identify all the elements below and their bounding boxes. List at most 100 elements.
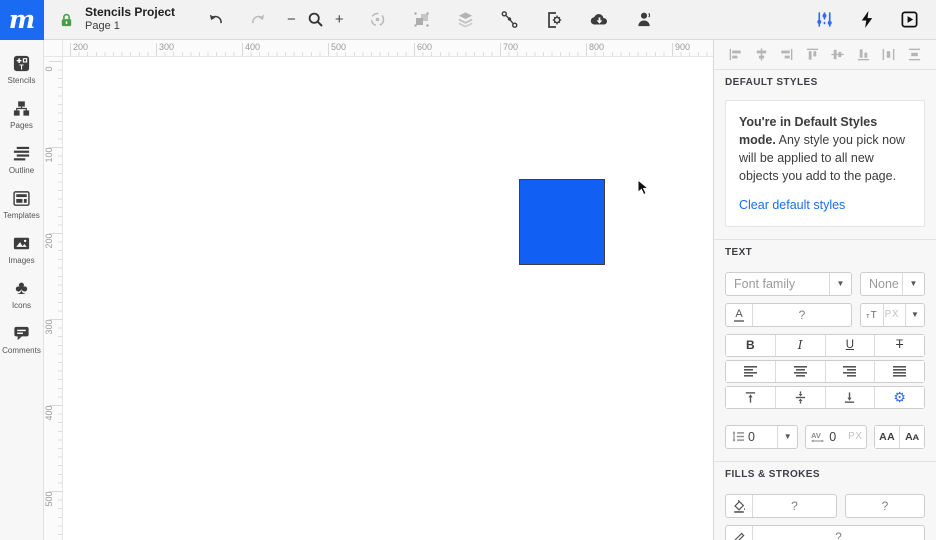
preview-play-icon[interactable]	[898, 8, 921, 31]
font-style-value: None	[869, 276, 899, 291]
images-icon	[13, 237, 30, 250]
uppercase-label: AA	[879, 430, 896, 443]
sidebar-label: Pages	[10, 121, 33, 130]
underline-label: U	[845, 339, 855, 352]
svg-text:T: T	[870, 310, 876, 320]
lightning-icon[interactable]	[857, 8, 877, 31]
fill-opacity-value: ?	[881, 498, 889, 513]
stroke-color-control[interactable]: ?	[725, 524, 925, 540]
fill-color-control[interactable]: ?	[725, 493, 837, 518]
align-top-icon[interactable]	[803, 45, 822, 64]
fill-opacity-control[interactable]: ?	[845, 493, 925, 518]
page-settings-icon[interactable]	[542, 8, 566, 32]
paint-bucket-icon[interactable]	[726, 495, 752, 517]
sidebar-item-icons[interactable]: ♣ Icons	[0, 274, 43, 319]
lock-icon[interactable]	[59, 12, 74, 28]
chevron-down-icon[interactable]: ▼	[902, 272, 924, 295]
font-family-select[interactable]: Font family ▼	[725, 271, 852, 296]
fill-color-value: ?	[791, 498, 798, 513]
vertical-align-middle-button[interactable]	[774, 386, 825, 408]
align-bottom-icon[interactable]	[854, 45, 873, 64]
italic-button[interactable]: I	[774, 334, 825, 356]
align-left-icon[interactable]	[726, 45, 745, 64]
distribute-horizontal-icon[interactable]	[879, 45, 898, 64]
sidebar-item-templates[interactable]: Templates	[0, 184, 43, 229]
cloud-download-icon[interactable]	[587, 8, 612, 31]
group-tool-icon[interactable]	[410, 8, 433, 31]
sidebar-item-pages[interactable]: Pages	[0, 94, 43, 139]
letter-spacing-control[interactable]: AV 0 PX	[805, 424, 868, 449]
sidebar-label: Stencils	[7, 76, 36, 85]
club-icon: ♣	[15, 278, 28, 299]
svg-text:AV: AV	[811, 431, 821, 440]
zoom-tool-icon[interactable]	[305, 9, 326, 30]
chevron-down-icon[interactable]: ▼	[905, 303, 924, 326]
section-fills-strokes: FILLS & STROKES	[714, 460, 936, 486]
underline-button[interactable]: U	[824, 334, 875, 356]
pencil-icon[interactable]	[726, 526, 752, 540]
redo-button[interactable]	[247, 9, 269, 31]
align-center-horizontal-icon[interactable]	[752, 45, 771, 64]
font-style-select[interactable]: None ▼	[860, 271, 925, 296]
align-toolbar	[714, 40, 936, 69]
sidebar-item-comments[interactable]: Comments	[0, 319, 43, 364]
pages-icon	[13, 101, 30, 116]
letter-spacing-value: 0	[829, 429, 837, 444]
mouse-cursor	[637, 178, 651, 202]
line-height-control[interactable]: 0 ▼	[725, 424, 799, 449]
distribute-vertical-icon[interactable]	[905, 45, 924, 64]
sidebar-item-stencils[interactable]: T Stencils	[0, 49, 43, 94]
connector-tool-icon[interactable]	[498, 8, 521, 31]
font-color-icon[interactable]: A	[726, 304, 752, 326]
top-bar: m Stencils Project Page 1 − +	[0, 0, 936, 40]
text-settings-gear-button[interactable]: ⚙	[874, 386, 924, 408]
sidebar-label: Comments	[2, 346, 41, 355]
sidebar-label: Outline	[8, 166, 35, 175]
share-user-icon[interactable]	[633, 8, 656, 31]
text-align-justify-button[interactable]	[874, 360, 924, 382]
smallcaps-button[interactable]: Aᴀ	[899, 425, 924, 448]
sidebar-item-images[interactable]: Images	[0, 229, 43, 274]
sidebar-label: Templates	[3, 211, 40, 220]
svg-text:T: T	[19, 63, 24, 71]
undo-button[interactable]	[205, 9, 227, 31]
chevron-down-icon[interactable]: ▼	[777, 425, 798, 448]
font-size-icon: тT	[861, 304, 883, 326]
text-align-right-button[interactable]	[824, 360, 875, 382]
zoom-in-button[interactable]: +	[333, 10, 346, 29]
chevron-down-icon[interactable]: ▼	[829, 272, 851, 295]
section-default-styles: DEFAULT STYLES	[714, 69, 936, 94]
font-color-control[interactable]: A ?	[725, 302, 852, 327]
project-title-block[interactable]: Stencils Project Page 1	[85, 5, 175, 34]
ruler-corner	[44, 40, 63, 57]
align-middle-vertical-icon[interactable]	[828, 45, 847, 64]
zoom-out-button[interactable]: −	[285, 10, 298, 29]
text-align-left-button[interactable]	[726, 360, 775, 382]
blue-rectangle-shape[interactable]	[519, 179, 605, 265]
outline-icon	[13, 146, 30, 161]
font-size-control[interactable]: тT PX ▼	[860, 302, 925, 327]
canvas[interactable]: 200 300 400 500 600 700 800 900 0 100 200 300 400 50…	[44, 40, 713, 540]
filters-sliders-icon[interactable]	[813, 8, 836, 31]
default-styles-notice: You're in Default Styles mode. Any style…	[725, 100, 925, 227]
bold-button[interactable]: B	[726, 334, 775, 356]
rotate-tool-icon[interactable]	[366, 8, 389, 31]
vertical-align-top-button[interactable]	[726, 386, 775, 408]
letter-spacing-unit: PX	[848, 431, 863, 443]
gear-icon: ⚙	[893, 389, 906, 406]
layers-icon[interactable]	[454, 8, 477, 31]
font-size-unit: PX	[884, 309, 899, 321]
uppercase-button[interactable]: AA	[875, 425, 900, 448]
stroke-color-value: ?	[835, 529, 842, 540]
line-height-icon	[732, 431, 744, 443]
text-align-center-button[interactable]	[774, 360, 825, 382]
project-title: Stencils Project	[85, 5, 176, 20]
stencils-icon: T	[13, 55, 30, 71]
vertical-align-bottom-button[interactable]	[824, 386, 875, 408]
sidebar-item-outline[interactable]: Outline	[0, 139, 43, 184]
font-color-value: ?	[798, 307, 806, 322]
clear-default-styles-link[interactable]: Clear default styles	[739, 196, 911, 214]
strikethrough-button[interactable]: T	[874, 334, 924, 356]
app-logo[interactable]: m	[0, 0, 44, 40]
align-right-icon[interactable]	[777, 45, 796, 64]
